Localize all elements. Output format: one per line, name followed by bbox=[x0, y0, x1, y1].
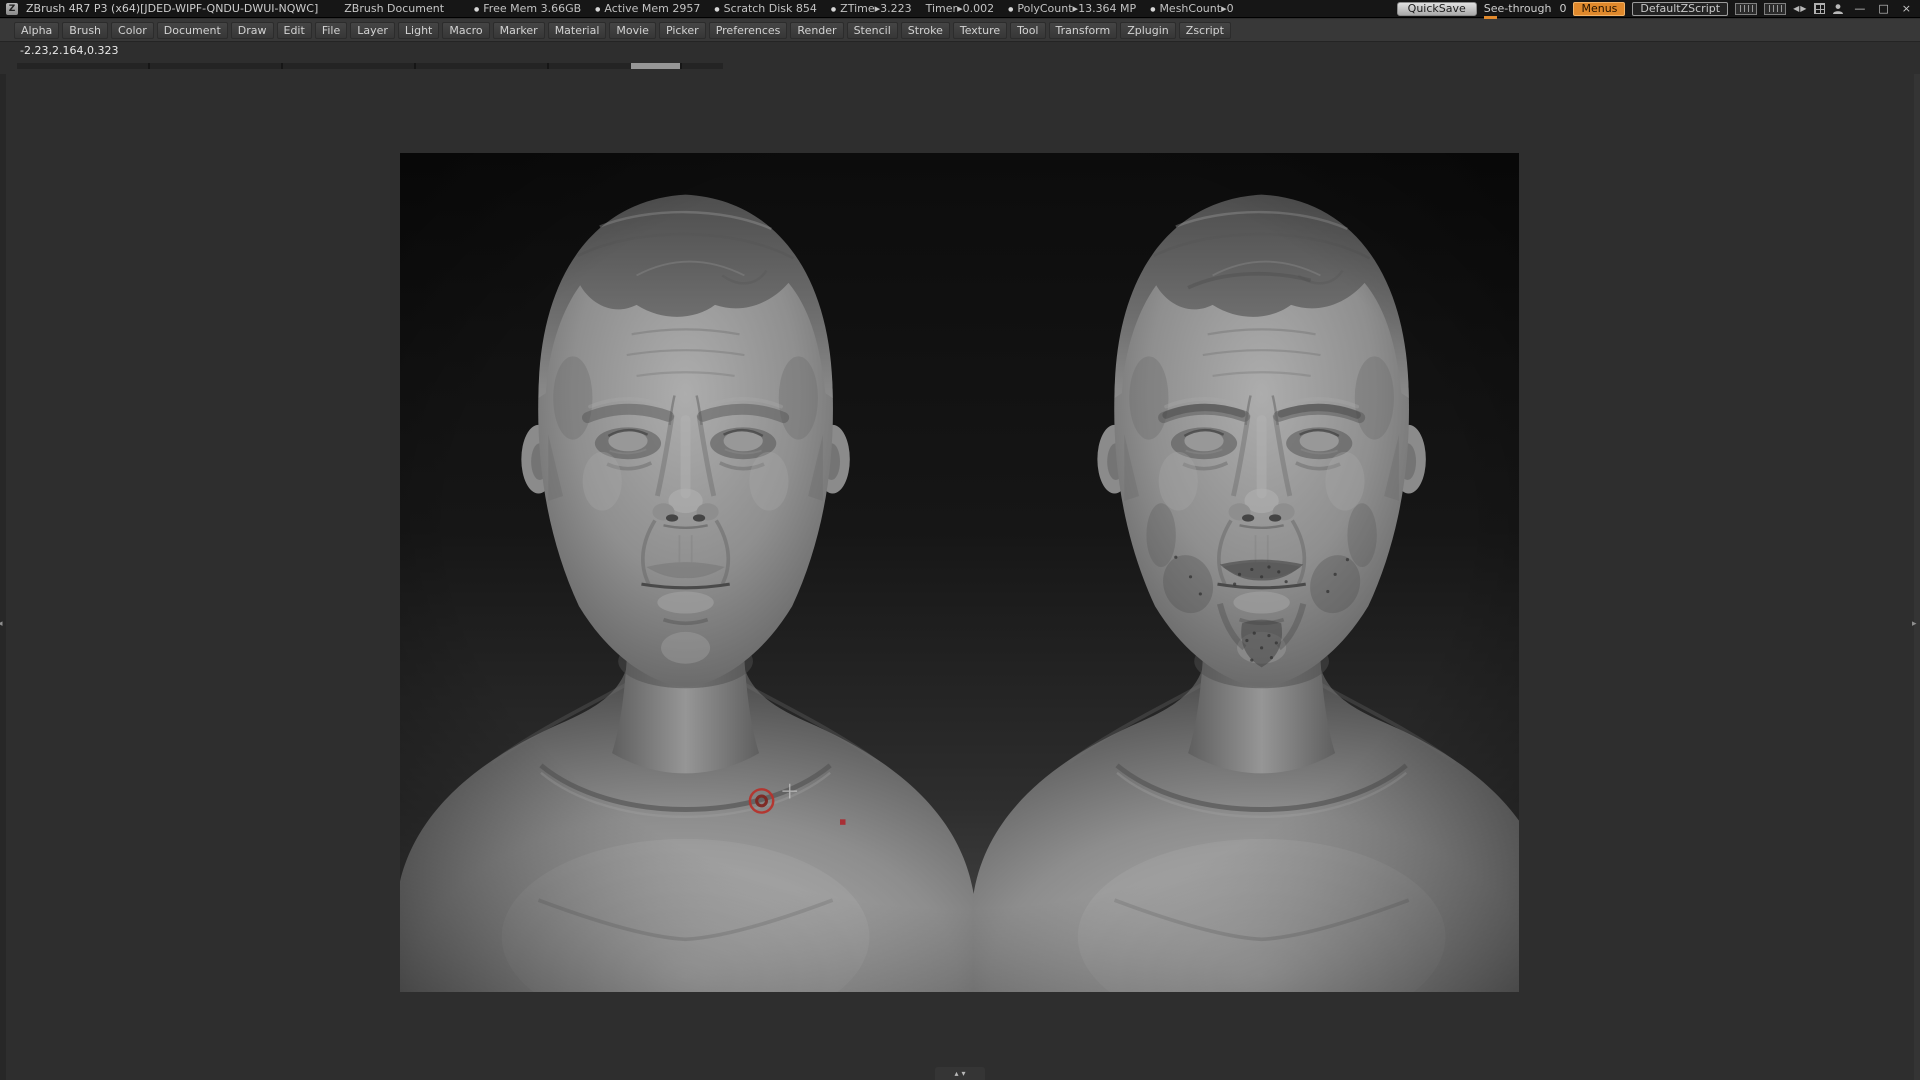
menu-file[interactable]: File bbox=[315, 22, 347, 39]
menu-render[interactable]: Render bbox=[790, 22, 843, 39]
cursor-coordinates-readout: -2.23,2.164,0.323 bbox=[20, 44, 118, 57]
menu-tool[interactable]: Tool bbox=[1010, 22, 1045, 39]
menu-stencil[interactable]: Stencil bbox=[847, 22, 898, 39]
titlebar-stat: ●Free Mem 3.66GB bbox=[474, 2, 581, 15]
see-through-label: See-through bbox=[1484, 2, 1552, 15]
menus-toggle-button[interactable]: Menus bbox=[1573, 2, 1625, 16]
menu-zplugin[interactable]: Zplugin bbox=[1120, 22, 1176, 39]
stat-bullet-icon: ● bbox=[474, 6, 479, 13]
menu-light[interactable]: Light bbox=[398, 22, 439, 39]
right-tray-toggle-icon[interactable]: ▸ bbox=[1912, 619, 1917, 629]
default-zscript-button[interactable]: DefaultZScript bbox=[1632, 2, 1728, 16]
stat-bullet-icon: ● bbox=[1008, 6, 1013, 13]
scroll-arrows-icon[interactable]: ◀▶ bbox=[1793, 4, 1807, 13]
menu-color[interactable]: Color bbox=[111, 22, 154, 39]
menu-alpha[interactable]: Alpha bbox=[14, 22, 59, 39]
stat-bullet-icon: ● bbox=[831, 6, 836, 13]
titlebar-stat: ●Scratch Disk 854 bbox=[714, 2, 817, 15]
titlebar-stat: ●ZTime▸3.223 bbox=[831, 2, 912, 15]
zbrush-logo-icon: Z bbox=[6, 3, 18, 15]
vignette-overlay bbox=[400, 153, 1519, 992]
menu-brush[interactable]: Brush bbox=[62, 22, 108, 39]
titlebar-stat: ●PolyCount▸13.364 MP bbox=[1008, 2, 1136, 15]
pivot-marker bbox=[840, 819, 846, 825]
left-tray-toggle-icon[interactable]: ◂ bbox=[0, 619, 3, 629]
maximize-button[interactable]: □ bbox=[1875, 2, 1891, 15]
titlebar-stats: ●Free Mem 3.66GB ●Active Mem 2957 ●Scratch… bbox=[474, 2, 1234, 15]
menu-stroke[interactable]: Stroke bbox=[901, 22, 950, 39]
see-through-value: 0 bbox=[1559, 2, 1566, 15]
right-tray-strip: ▸ bbox=[1914, 74, 1920, 1080]
menu-layer[interactable]: Layer bbox=[350, 22, 395, 39]
menu-preferences[interactable]: Preferences bbox=[709, 22, 788, 39]
close-button[interactable]: × bbox=[1899, 2, 1914, 15]
sculpt-viewport[interactable] bbox=[400, 153, 1519, 992]
left-tray-strip: ◂ bbox=[0, 74, 6, 1080]
stat-bullet-icon: ● bbox=[1150, 6, 1155, 13]
titlebar-stat: ●Active Mem 2957 bbox=[595, 2, 700, 15]
menu-draw[interactable]: Draw bbox=[231, 22, 274, 39]
minimize-button[interactable]: — bbox=[1851, 2, 1868, 15]
horizontal-scrollbar-row bbox=[0, 59, 1920, 74]
titlebar-right-controls: QuickSave See-through 0 Menus DefaultZScr… bbox=[1397, 2, 1914, 16]
titlebar-stat: Timer▸0.002 bbox=[926, 2, 994, 15]
quicksave-button[interactable]: QuickSave bbox=[1397, 2, 1477, 16]
document-canvas[interactable] bbox=[400, 153, 1519, 992]
menu-marker[interactable]: Marker bbox=[493, 22, 545, 39]
see-through-control[interactable]: See-through 0 bbox=[1484, 2, 1567, 16]
menu-picker[interactable]: Picker bbox=[659, 22, 706, 39]
menu-transform[interactable]: Transform bbox=[1049, 22, 1118, 39]
titlebar-stat: ●MeshCount▸0 bbox=[1150, 2, 1233, 15]
user-account-icon[interactable] bbox=[1832, 3, 1844, 15]
menu-macro[interactable]: Macro bbox=[442, 22, 489, 39]
bottom-tray-toggle[interactable]: ▴ ▾ bbox=[935, 1067, 985, 1080]
app-title: ZBrush 4R7 P3 (x64)[JDED-WIPF-QNDU-DWUI-… bbox=[26, 2, 318, 15]
info-row: -2.23,2.164,0.323 bbox=[0, 42, 1920, 59]
stat-bullet-icon: ● bbox=[714, 6, 719, 13]
ui-slider-widget-icon[interactable] bbox=[1764, 3, 1786, 15]
title-bar: Z ZBrush 4R7 P3 (x64)[JDED-WIPF-QNDU-DWU… bbox=[0, 0, 1920, 18]
document-title: ZBrush Document bbox=[344, 2, 444, 15]
menu-movie[interactable]: Movie bbox=[609, 22, 656, 39]
horizontal-scrollbar-track[interactable] bbox=[17, 63, 723, 69]
bottom-tray-up-icon: ▴ bbox=[954, 1070, 958, 1078]
stat-bullet-icon: ● bbox=[595, 6, 600, 13]
menu-document[interactable]: Document bbox=[157, 22, 228, 39]
menu-edit[interactable]: Edit bbox=[277, 22, 312, 39]
horizontal-scrollbar-thumb[interactable] bbox=[631, 63, 680, 69]
menu-zscript[interactable]: Zscript bbox=[1179, 22, 1231, 39]
menu-texture[interactable]: Texture bbox=[953, 22, 1007, 39]
bottom-tray-down-icon: ▾ bbox=[962, 1070, 966, 1078]
ui-slider-widget-icon[interactable] bbox=[1735, 3, 1757, 15]
menu-bar: AlphaBrushColorDocumentDrawEditFileLayer… bbox=[0, 19, 1920, 42]
palette-grid-icon[interactable] bbox=[1814, 3, 1825, 14]
menu-material[interactable]: Material bbox=[548, 22, 607, 39]
